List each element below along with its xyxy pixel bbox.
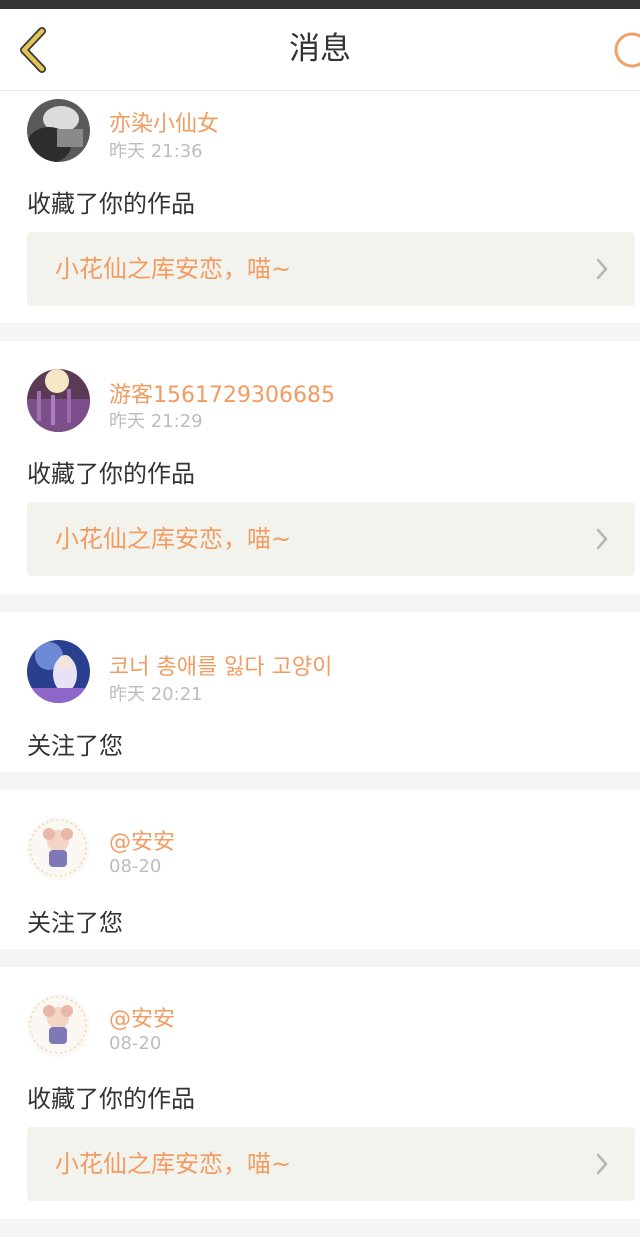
action-text: 收藏了你的作品 (27, 1085, 195, 1113)
avatar[interactable] (27, 817, 90, 880)
user-name[interactable]: 游客1561729306685 (109, 377, 335, 409)
user-name[interactable]: @安安 (109, 1001, 175, 1033)
avatar[interactable] (27, 99, 90, 162)
work-title: 小花仙之库安恋，喵~ (55, 1150, 292, 1178)
work-link[interactable]: 小花仙之库安恋，喵~ (27, 1127, 635, 1201)
chevron-right-icon (596, 1153, 608, 1175)
work-title: 小花仙之库安恋，喵~ (55, 525, 292, 553)
work-link[interactable]: 小花仙之库安恋，喵~ (27, 502, 635, 576)
action-text: 收藏了你的作品 (27, 460, 195, 488)
chevron-right-icon (596, 258, 608, 280)
work-link[interactable]: 小花仙之库安恋，喵~ (27, 232, 635, 306)
timestamp: 昨天 21:36 (109, 141, 203, 162)
search-icon (614, 32, 640, 68)
work-title: 小花仙之库安恋，喵~ (55, 255, 292, 283)
timestamp: 08-20 (109, 1033, 162, 1054)
user-name[interactable]: @安安 (109, 824, 175, 856)
message-card: 亦染小仙女 昨天 21:36 收藏了你的作品 小花仙之库安恋，喵~ (0, 91, 640, 323)
message-card: 游客1561729306685 昨天 21:29 收藏了你的作品 小花仙之库安恋… (0, 341, 640, 594)
action-text: 关注了您 (27, 732, 123, 760)
timestamp: 昨天 21:29 (109, 411, 203, 432)
message-card: @安安 08-20 关注了您 (0, 790, 640, 949)
action-text: 收藏了你的作品 (27, 190, 195, 218)
action-text: 关注了您 (27, 909, 123, 937)
user-name[interactable]: 亦染小仙女 (109, 106, 219, 138)
avatar[interactable] (27, 369, 90, 432)
timestamp: 08-20 (109, 856, 162, 877)
user-name[interactable]: 코너 총애를 잃다 고양이 (109, 649, 332, 681)
page-title: 消息 (289, 31, 351, 67)
message-card: @安安 08-20 收藏了你的作品 小花仙之库安恋，喵~ (0, 967, 640, 1219)
search-button[interactable] (604, 28, 640, 76)
status-bar-strip (0, 0, 640, 9)
message-list: 亦染小仙女 昨天 21:36 收藏了你的作品 小花仙之库安恋，喵~ 游客1561… (0, 91, 640, 1237)
avatar[interactable] (27, 994, 90, 1057)
avatar[interactable] (27, 640, 90, 703)
timestamp: 昨天 20:21 (109, 684, 203, 705)
message-card: 코너 총애를 잃다 고양이 昨天 20:21 关注了您 (0, 612, 640, 772)
chevron-right-icon (596, 528, 608, 550)
top-nav-bar: 消息 (0, 9, 640, 91)
